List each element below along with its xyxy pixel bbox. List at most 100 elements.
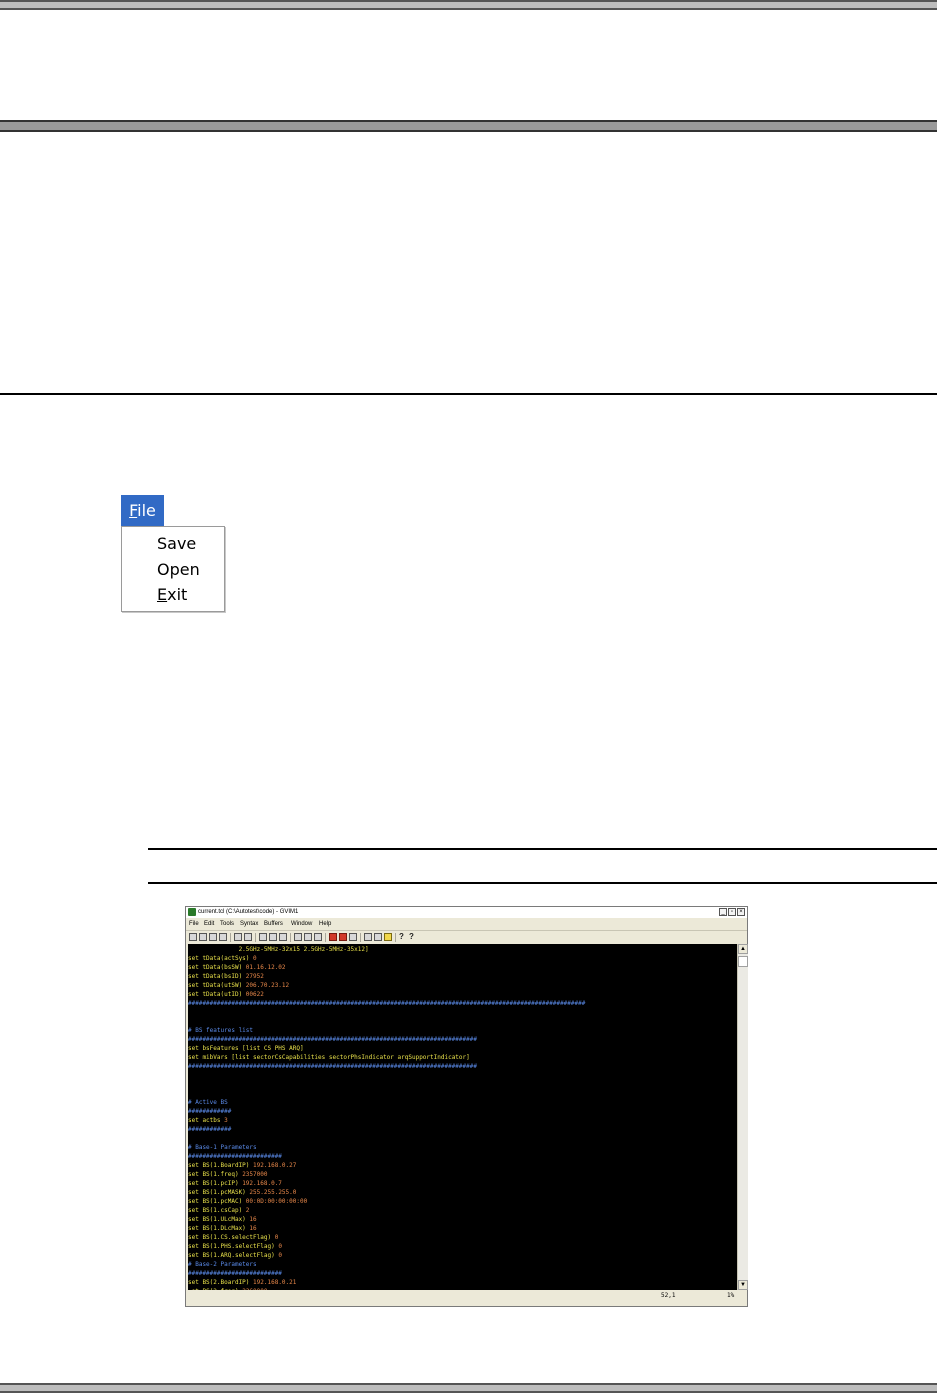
menu-tools[interactable]: Tools [220, 919, 234, 929]
vertical-scrollbar[interactable]: ▲ ▼ [737, 944, 748, 1290]
undo-icon[interactable] [234, 933, 242, 941]
code-token: set BS(1.pcIP) [188, 1180, 243, 1187]
code-line: set BS(1.BoardIP) 192.168.0.27 [188, 1161, 296, 1170]
find-next-icon[interactable] [304, 933, 312, 941]
code-token: set BS(1.freq) [188, 1171, 243, 1178]
code-token: set BS(1.ARQ.selectFlag) [188, 1252, 279, 1259]
exit-accel: E [157, 585, 168, 604]
save-all-icon[interactable] [209, 933, 217, 941]
menu-edit[interactable]: Edit [204, 919, 214, 929]
code-line: set BS(1.freq) 2357000 [188, 1170, 267, 1179]
gvim-titlebar: current.tcl (C:\Autotest\code) - GVIM1 _… [186, 907, 747, 918]
toolbar-separator [395, 933, 396, 942]
code-line: # Base-1 Parameters [188, 1144, 257, 1151]
code-token: set BS(1.csCap) [188, 1207, 246, 1214]
code-line: set tData(utID) 00622 [188, 990, 264, 999]
find-help-icon[interactable]: ? [409, 933, 417, 941]
code-token: set BS(1.ULcMax) [188, 1216, 250, 1223]
menu-buffers[interactable]: Buffers [264, 919, 283, 929]
code-token: 0 [278, 1243, 282, 1250]
cut-icon[interactable] [259, 933, 267, 941]
code-line: set tData(actSys) 0 [188, 954, 257, 963]
toolbar-separator [290, 933, 291, 942]
cursor-position: 52,1 [661, 1292, 676, 1299]
menu-help[interactable]: Help [319, 919, 331, 929]
code-token: 192.168.0.27 [253, 1162, 297, 1169]
code-line: set BS(2.BoardIP) 192.168.0.21 [188, 1278, 296, 1287]
code-token: 16 [249, 1225, 257, 1232]
code-line: set actbs 3 [188, 1116, 228, 1125]
code-token: 3 [224, 1117, 228, 1124]
toolbar-separator [360, 933, 361, 942]
code-line: 2.5GHz-5MHz-32x15 2.5GHz-5MHz-35x12] [188, 946, 369, 953]
code-token: set BS(1.CS.selectFlag) [188, 1234, 275, 1241]
code-line: # BS features list [188, 1027, 254, 1034]
code-line: set BS(1.PHS.selectFlag) 0 [188, 1242, 282, 1251]
make-icon[interactable] [364, 933, 372, 941]
code-token: set BS(1.pcMASK) [188, 1189, 250, 1196]
code-token: 27952 [245, 973, 264, 980]
file-menu-label: ile [137, 501, 156, 520]
close-icon[interactable]: × [737, 908, 745, 916]
menu-window[interactable]: Window [291, 919, 312, 929]
code-token: set BS(2.BoardIP) [188, 1279, 254, 1286]
shell-icon[interactable] [374, 933, 382, 941]
code-editor[interactable]: 2.5GHz-5MHz-32x15 2.5GHz-5MHz-35x12] set … [188, 944, 737, 1290]
toolbar-separator [325, 933, 326, 942]
gvim-menubar: File Edit Tools Syntax Buffers Window He… [186, 919, 747, 929]
find-prev-icon[interactable] [314, 933, 322, 941]
code-line: ########################################… [188, 1036, 477, 1043]
ctags-icon[interactable] [384, 933, 392, 941]
code-token: 206.70.23.12 [245, 982, 290, 989]
scrollbar-thumb[interactable] [738, 956, 748, 967]
save-session-icon[interactable] [339, 933, 347, 941]
code-token: set BS(1.BoardIP) [188, 1162, 254, 1169]
file-menu-button[interactable]: File [121, 495, 164, 526]
copy-icon[interactable] [269, 933, 277, 941]
run-script-icon[interactable] [349, 933, 357, 941]
code-line: ############ [188, 1126, 232, 1133]
redo-icon[interactable] [244, 933, 252, 941]
paste-icon[interactable] [279, 933, 287, 941]
code-line: set BS(1.ULcMax) 16 [188, 1215, 257, 1224]
code-token: 16 [249, 1216, 257, 1223]
code-token: set BS(1.pcMAC) [188, 1198, 246, 1205]
help-icon[interactable]: ? [399, 933, 407, 941]
code-line: ########################## [188, 1153, 282, 1160]
gvim-window: current.tcl (C:\Autotest\code) - GVIM1 _… [185, 906, 748, 1307]
menu-item-open[interactable]: Open [157, 559, 200, 581]
open-icon[interactable] [189, 933, 197, 941]
toolbar-separator [255, 933, 256, 942]
top-rule [0, 0, 937, 10]
load-session-icon[interactable] [329, 933, 337, 941]
section-rule [0, 393, 937, 395]
scroll-up-icon[interactable]: ▲ [738, 944, 748, 954]
save-icon[interactable] [199, 933, 207, 941]
find-replace-icon[interactable] [294, 933, 302, 941]
gvim-toolbar: ? ? [186, 930, 747, 944]
maximize-icon[interactable]: ▫ [728, 908, 736, 916]
code-token: set actbs [188, 1117, 225, 1124]
code-token: set tData(bsSW) [188, 964, 246, 971]
code-line: set BS(1.CS.selectFlag) 0 [188, 1233, 278, 1242]
menu-syntax[interactable]: Syntax [240, 919, 258, 929]
code-token: set BS(1.DLcMax) [188, 1225, 250, 1232]
code-line: set bsFeatures [list CS PHS ARQ] [188, 1045, 304, 1052]
print-icon[interactable] [219, 933, 227, 941]
code-token: 0 [274, 1234, 279, 1241]
menu-item-save[interactable]: Save [157, 533, 196, 555]
scroll-percent: 1% [727, 1292, 735, 1299]
code-token: set tData(utID) [188, 991, 246, 998]
header-rule [0, 120, 937, 132]
minimize-icon[interactable]: _ [719, 908, 727, 916]
toolbar-separator [230, 933, 231, 942]
code-line: ########################################… [188, 1063, 477, 1070]
menu-item-exit[interactable]: Exit [157, 584, 187, 606]
code-token: 192.168.0.7 [242, 1180, 282, 1187]
code-line: # Base-2 Parameters [188, 1261, 257, 1268]
code-token: 0 [278, 1252, 282, 1259]
code-line: set BS(1.ARQ.selectFlag) 0 [188, 1251, 282, 1260]
code-line: set BS(1.DLcMax) 16 [188, 1224, 257, 1233]
menu-file[interactable]: File [189, 919, 199, 929]
scroll-down-icon[interactable]: ▼ [738, 1280, 748, 1290]
